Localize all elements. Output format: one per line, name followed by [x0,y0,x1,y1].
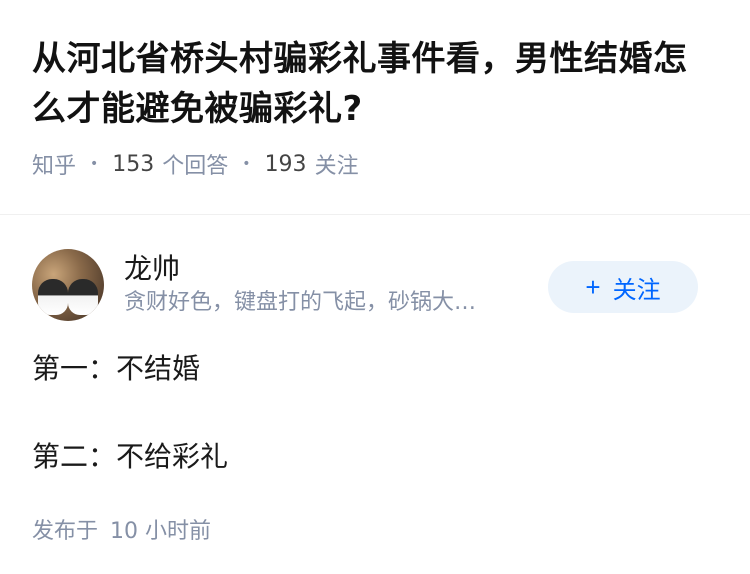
question-meta: 知乎 • 153 个回答 • 193 关注 [32,144,718,184]
separator-dot: • [90,156,99,172]
plus-icon: + [585,271,601,302]
avatar[interactable] [32,249,104,321]
source-label[interactable]: 知乎 [32,148,76,180]
posted-prefix: 发布于 [32,519,99,544]
answer-card: 龙帅 贪财好色，键盘打的飞起，砂锅大… + 关注 第一：不结婚 第二：不给彩礼 … [0,247,750,545]
question-title[interactable]: 从河北省桥头村骗彩礼事件看，男性结婚怎么才能避免被骗彩礼? [32,34,718,134]
follow-button[interactable]: + 关注 [548,261,698,313]
question-header: 从河北省桥头村骗彩礼事件看，男性结婚怎么才能避免被骗彩礼? 知乎 • 153 个… [0,0,750,184]
followers-label[interactable]: 关注 [315,148,359,180]
follow-button-label: 关注 [612,276,661,304]
answers-count: 153 [112,151,155,177]
answer-paragraph: 第一：不结婚 [32,352,201,385]
husky-icon [38,279,68,315]
posted-time: 发布于 10 小时前 [32,513,718,545]
husky-icon [68,279,98,315]
answers-label[interactable]: 个回答 [162,148,228,180]
author-row: 龙帅 贪财好色，键盘打的飞起，砂锅大… + 关注 [32,247,718,323]
separator-dot: • [242,156,251,172]
author-bio: 贪财好色，键盘打的飞起，砂锅大… [124,290,477,315]
answer-content: 第一：不结婚 第二：不给彩礼 [32,345,718,481]
followers-count: 193 [264,151,307,177]
divider [0,214,750,215]
posted-value: 10 小时前 [110,519,212,544]
answer-paragraph: 第二：不给彩礼 [32,440,229,473]
